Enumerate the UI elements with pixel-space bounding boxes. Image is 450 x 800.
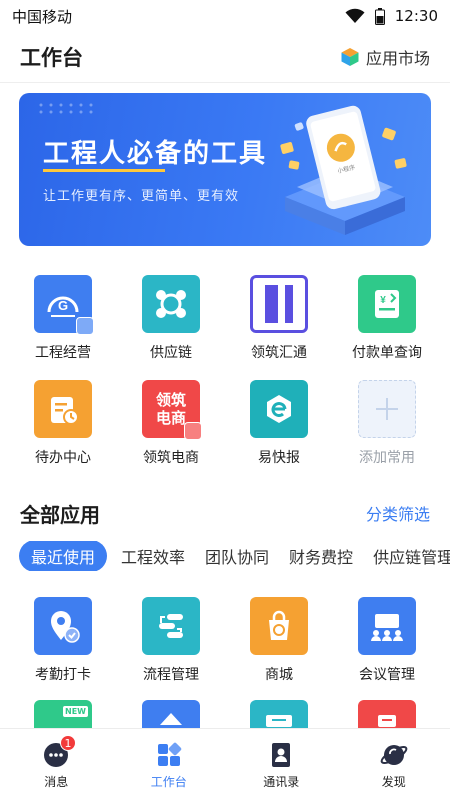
app-supply-chain[interactable]: 供应链	[117, 275, 225, 362]
video-icon	[142, 700, 200, 730]
banner-underline	[43, 169, 165, 172]
lingzhu-ecommerce-icon: 领筑 电商	[142, 380, 202, 440]
tab-supply-chain[interactable]: 供应链管理	[367, 541, 450, 571]
unread-badge: 1	[60, 735, 76, 751]
supply-chain-icon	[142, 275, 200, 333]
app-engineering-business[interactable]: G 工程经营	[9, 275, 117, 362]
banner-title: 工程人必备的工具	[43, 139, 268, 169]
app-mall[interactable]: 商城	[225, 597, 333, 684]
ecommerce-text-2: 电商	[155, 409, 186, 427]
app-todo-center[interactable]: 待办中心	[9, 380, 117, 467]
status-indicators: 12:30	[345, 7, 438, 25]
new-report-icon: NEW	[34, 700, 92, 730]
app-label: 考勤打卡	[35, 667, 91, 683]
promo-banner[interactable]: 工程人必备的工具 让工作更有序、更简单、更有效 小程序	[19, 93, 431, 246]
app-yikuaibao[interactable]: 易快报	[225, 380, 333, 467]
app-attendance[interactable]: 考勤打卡	[9, 597, 117, 684]
app-market-button[interactable]: 应用市场	[340, 45, 430, 69]
tab-messages[interactable]: 1 消息	[0, 729, 113, 800]
svg-text:¥: ¥	[380, 295, 386, 306]
todo-center-icon	[34, 380, 92, 438]
clock: 12:30	[394, 7, 438, 25]
app-workflow[interactable]: 流程管理	[117, 597, 225, 684]
app-partial-4[interactable]	[333, 700, 441, 730]
payment-query-icon: ¥	[358, 275, 416, 333]
app-label: 工程经营	[35, 345, 91, 361]
app-partial-2[interactable]	[117, 700, 225, 730]
app-lingzhu-huitong[interactable]: 领筑汇通	[225, 275, 333, 362]
document-icon	[250, 700, 308, 730]
lingzhu-huitong-icon	[250, 275, 308, 333]
app-label: 付款单查询	[352, 345, 422, 361]
all-apps-row-2-partial: NEW	[0, 700, 450, 730]
app-label: 领筑汇通	[251, 345, 307, 361]
category-filter-button[interactable]: 分类筛选	[366, 501, 430, 525]
app-label: 领筑电商	[143, 450, 199, 466]
form-icon	[358, 700, 416, 730]
category-tabs: 最近使用 工程效率 团队协同 财务费控 供应链管理	[19, 541, 450, 571]
app-label: 商城	[265, 667, 293, 683]
add-icon	[358, 380, 416, 438]
tab-label: 通讯录	[263, 775, 300, 789]
app-label: 流程管理	[143, 667, 199, 683]
app-label: 易快报	[258, 450, 300, 466]
tab-engineering-efficiency[interactable]: 工程效率	[115, 541, 191, 571]
tab-contacts[interactable]: 通讯录	[225, 729, 338, 800]
new-badge: NEW	[63, 706, 88, 717]
app-label: 待办中心	[35, 450, 91, 466]
phone-illustration-icon: 小程序	[280, 105, 407, 235]
app-lingzhu-ecommerce[interactable]: 领筑 电商 领筑电商	[117, 380, 225, 467]
sub-badge-icon	[76, 317, 94, 335]
workflow-icon	[142, 597, 200, 655]
header-divider	[0, 82, 450, 83]
attendance-icon	[34, 597, 92, 655]
header: 工作台 应用市场	[0, 34, 450, 80]
app-partial-3[interactable]	[225, 700, 333, 730]
app-label: 添加常用	[359, 450, 415, 466]
common-apps-row-2: 待办中心 领筑 电商 领筑电商 易快报 添加常用	[0, 380, 450, 467]
ecommerce-text-1: 领筑	[155, 391, 186, 409]
mall-icon	[250, 597, 308, 655]
battery-icon	[374, 7, 385, 25]
common-apps-row-1: G 工程经营 供应链 领筑汇通 ¥ 付款单查询	[0, 275, 450, 362]
tab-label: 工作台	[150, 775, 187, 789]
banner-dots-decoration	[39, 103, 93, 114]
cart-badge-icon	[184, 422, 202, 440]
workbench-icon	[157, 742, 181, 766]
carrier-label: 中国移动	[12, 7, 73, 26]
tab-label: 发现	[381, 775, 406, 789]
app-label: 供应链	[150, 345, 192, 361]
tab-team-collaboration[interactable]: 团队协同	[199, 541, 275, 571]
app-partial-1[interactable]: NEW	[9, 700, 117, 730]
app-payment-query[interactable]: ¥ 付款单查询	[333, 275, 441, 362]
tab-label: 消息	[44, 775, 69, 789]
app-label: 会议管理	[359, 667, 415, 683]
section-title: 全部应用	[20, 502, 100, 527]
yikuaibao-icon	[250, 380, 308, 438]
app-market-icon	[341, 48, 359, 66]
svg-text:G: G	[58, 298, 68, 313]
all-apps-header: 全部应用 分类筛选	[0, 498, 450, 528]
contacts-icon	[272, 743, 291, 767]
banner-subtitle: 让工作更有序、更简单、更有效	[43, 189, 240, 204]
meeting-icon	[358, 597, 416, 655]
discover-icon	[380, 745, 408, 765]
add-common-app-button[interactable]: 添加常用	[333, 380, 441, 467]
app-market-label: 应用市场	[365, 49, 430, 68]
engineering-business-icon: G	[34, 275, 94, 335]
tab-finance-expense[interactable]: 财务费控	[283, 541, 359, 571]
status-bar: 中国移动 12:30	[0, 0, 450, 32]
app-meeting[interactable]: 会议管理	[333, 597, 441, 684]
tab-recent[interactable]: 最近使用	[19, 541, 108, 571]
all-apps-row-1: 考勤打卡 流程管理 商城 会议管理	[0, 597, 450, 684]
tab-workbench[interactable]: 工作台	[113, 729, 226, 800]
bottom-tab-bar: 1 消息 工作台 通讯录 发现	[0, 728, 450, 800]
wifi-icon	[345, 8, 365, 23]
tab-discover[interactable]: 发现	[338, 729, 450, 800]
page-title: 工作台	[20, 46, 83, 70]
